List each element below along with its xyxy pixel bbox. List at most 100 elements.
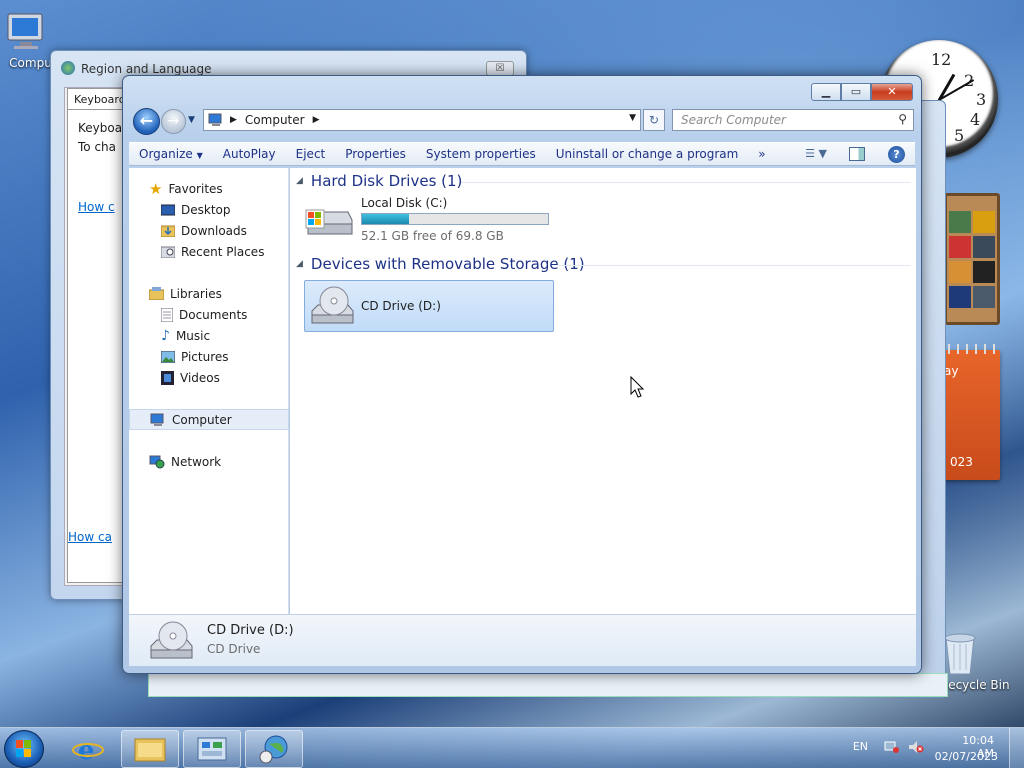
local-disk-free-space: 52.1 GB free of 69.8 GB <box>361 229 504 243</box>
search-input[interactable]: Search Computer ⚲ <box>672 109 914 131</box>
group-hard-disk-drives[interactable]: ◢ Hard Disk Drives (1) <box>296 172 911 190</box>
sidebar-item-label: Pictures <box>181 349 229 364</box>
minimize-button[interactable]: ▁ <box>811 83 841 101</box>
close-button[interactable]: ✕ <box>871 83 913 101</box>
keyboard-heading: Keyboa <box>78 121 123 135</box>
region-globe-icon <box>61 61 75 75</box>
disk-usage-bar <box>361 213 549 225</box>
refresh-button[interactable]: ↻ <box>643 109 665 131</box>
sidebar-item-desktop[interactable]: Desktop <box>129 199 289 220</box>
computer-icon <box>150 413 166 427</box>
sidebar-item-favorites[interactable]: ★ Favorites <box>129 178 289 199</box>
help-link-2[interactable]: How ca <box>68 530 112 544</box>
sidebar-item-pictures[interactable]: Pictures <box>129 346 289 367</box>
taskbar-control-panel-button[interactable] <box>183 730 241 768</box>
breadcrumb-arrow-icon[interactable]: ▶ <box>313 115 320 125</box>
sidebar-item-documents[interactable]: Documents <box>129 304 289 325</box>
address-dropdown-icon[interactable]: ▼ <box>629 113 636 123</box>
slideshow-gadget[interactable] <box>944 193 1000 325</box>
sidebar-item-label: Network <box>171 454 222 469</box>
computer-small-icon <box>208 113 224 127</box>
search-placeholder: Search Computer <box>681 113 786 127</box>
sidebar-item-downloads[interactable]: Downloads <box>129 220 289 241</box>
sidebar-item-label: Videos <box>180 370 220 385</box>
tab-keyboards[interactable]: Keyboards <box>67 88 131 110</box>
start-button[interactable] <box>4 730 44 768</box>
region-close-button[interactable]: ☒ <box>486 61 514 76</box>
sidebar-item-computer[interactable]: Computer <box>129 409 289 430</box>
collapse-arrow-icon[interactable]: ◢ <box>296 176 303 186</box>
volume-muted-icon[interactable] <box>908 740 924 754</box>
sidebar-item-recent-places[interactable]: Recent Places <box>129 241 289 262</box>
taskbar: e EN 10:04 AM 02/07/2023 <box>0 727 1024 768</box>
taskbar-explorer-button[interactable] <box>121 730 179 768</box>
star-icon: ★ <box>149 179 163 198</box>
command-bar: Organize ▼ AutoPlay Eject Properties Sys… <box>129 142 915 166</box>
videos-icon <box>161 370 174 385</box>
sidebar-item-videos[interactable]: Videos <box>129 367 289 388</box>
desktop-icon <box>161 204 175 216</box>
local-disk-name: Local Disk (C:) <box>361 196 448 210</box>
folder-icon <box>134 738 166 762</box>
group-removable-storage[interactable]: ◢ Devices with Removable Storage (1) <box>296 255 911 273</box>
background-window-strip <box>148 673 948 697</box>
sidebar-item-libraries[interactable]: Libraries <box>129 283 289 304</box>
recent-places-icon <box>161 245 175 258</box>
taskbar-region-button[interactable] <box>245 730 303 768</box>
properties-button[interactable]: Properties <box>335 147 416 161</box>
documents-icon <box>161 307 173 322</box>
maximize-button[interactable]: ▭ <box>841 83 871 101</box>
libraries-icon <box>149 287 164 300</box>
recycle-bin-icon <box>940 630 1010 676</box>
pictures-icon <box>161 350 175 363</box>
preview-pane-icon[interactable] <box>849 147 865 161</box>
explorer-window[interactable]: ▁ ▭ ✕ ← → ▼ ▶ Computer ▶ ▼ ↻ Search Comp… <box>122 75 922 674</box>
sidebar-item-label: Desktop <box>181 202 231 217</box>
cd-drive-icon <box>308 285 356 327</box>
eject-button[interactable]: Eject <box>286 147 336 161</box>
chevron-down-icon: ▼ <box>196 151 203 160</box>
sidebar-item-label: Recent Places <box>181 244 265 259</box>
breadcrumb-arrow-icon[interactable]: ▶ <box>230 115 237 125</box>
search-icon[interactable]: ⚲ <box>898 112 907 126</box>
back-button[interactable]: ← <box>133 108 160 135</box>
forward-button[interactable]: → <box>161 109 186 134</box>
language-indicator[interactable]: EN <box>853 740 868 753</box>
help-link-1[interactable]: How c <box>78 200 115 214</box>
calendar-day-label: ay <box>944 364 959 378</box>
local-disk-c[interactable]: Local Disk (C:) 52.1 GB free of 69.8 GB <box>304 196 549 246</box>
sidebar-item-label: Downloads <box>181 223 247 238</box>
organize-button[interactable]: Organize ▼ <box>129 147 213 161</box>
breadcrumb-computer[interactable]: Computer <box>245 113 305 127</box>
sidebar-item-music[interactable]: ♪ Music <box>129 325 289 346</box>
collapse-arrow-icon[interactable]: ◢ <box>296 259 303 269</box>
recycle-bin-label: Recycle Bin <box>940 678 1010 692</box>
change-view-icon[interactable]: ☰ ▼ <box>805 147 827 160</box>
internet-explorer-button[interactable]: e <box>72 734 104 764</box>
control-panel-icon <box>197 737 227 761</box>
system-properties-button[interactable]: System properties <box>416 147 546 161</box>
sidebar-item-network[interactable]: Network <box>129 451 289 472</box>
clock-date[interactable]: 02/07/2023 <box>935 750 998 763</box>
uninstall-program-button[interactable]: Uninstall or change a program <box>546 147 749 161</box>
history-dropdown-icon[interactable]: ▼ <box>188 115 195 125</box>
address-bar[interactable]: ▶ Computer ▶ ▼ <box>203 109 641 131</box>
mouse-cursor-icon <box>630 376 644 398</box>
desktop-recycle-bin-icon[interactable]: Recycle Bin <box>940 630 1010 692</box>
music-icon: ♪ <box>161 327 170 344</box>
network-tray-icon[interactable] <box>884 740 900 754</box>
file-list-area[interactable]: ◢ Hard Disk Drives (1) Local Disk (C:) 5… <box>290 168 916 614</box>
internet-explorer-icon: e <box>72 736 104 764</box>
navigation-pane: ★ Favorites Desktop Downloads Recent Pla… <box>129 168 289 614</box>
help-icon[interactable]: ? <box>888 146 905 163</box>
sidebar-item-label: Computer <box>172 412 232 427</box>
windows-logo-icon <box>16 740 31 757</box>
details-pane: CD Drive (D:) CD Drive <box>129 614 916 666</box>
cd-drive-d[interactable]: CD Drive (D:) <box>304 280 554 332</box>
autoplay-button[interactable]: AutoPlay <box>213 147 286 161</box>
more-commands-button[interactable]: » <box>748 147 775 161</box>
show-desktop-button[interactable] <box>1009 728 1024 768</box>
region-window-title: Region and Language <box>81 62 212 76</box>
calendar-gadget[interactable]: ay 023 <box>944 344 1000 480</box>
keyboard-description: To cha <box>78 140 117 154</box>
